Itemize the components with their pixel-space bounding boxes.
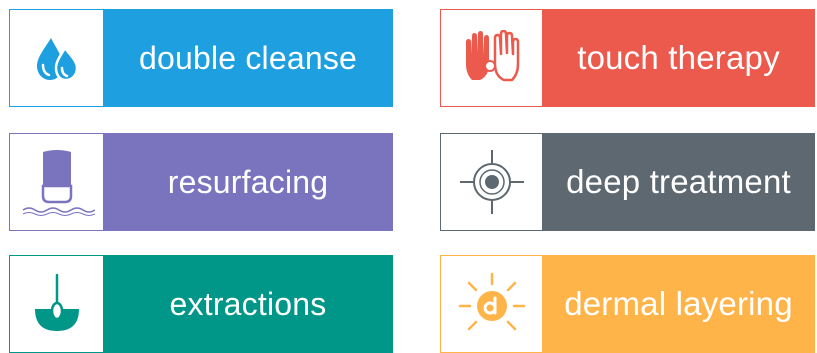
extraction-loop-icon: [34, 273, 79, 331]
tile-label: extractions: [103, 255, 393, 353]
icon-box: [9, 133, 103, 231]
label-text: resurfacing: [167, 163, 329, 200]
water-drops-icon: [36, 38, 78, 82]
tile-extractions: extractions: [9, 255, 393, 353]
tile-label: double cleanse: [103, 9, 393, 107]
tile-dermal-layering: dermal layering: [440, 255, 815, 353]
sun-d-icon: [458, 272, 525, 331]
hands-icon: [465, 30, 519, 82]
label-text: dermal layering: [564, 285, 793, 322]
tile-label: deep treatment: [542, 133, 815, 231]
target-icon: [459, 150, 524, 214]
label-text: deep treatment: [566, 163, 791, 200]
resurfacing-tool-icon: [22, 150, 95, 216]
tile-label: resurfacing: [103, 133, 393, 231]
label-text: extractions: [169, 285, 327, 322]
label-text: touch therapy: [577, 39, 780, 76]
icon-box: [440, 133, 542, 231]
icon-box: [440, 255, 542, 353]
tile-double-cleanse: double cleanse: [9, 9, 393, 107]
tile-touch-therapy: touch therapy: [440, 9, 815, 107]
tile-resurfacing: resurfacing: [9, 133, 393, 231]
label-text: double cleanse: [138, 39, 358, 76]
icon-box: [9, 9, 103, 107]
icon-box: [9, 255, 103, 353]
icon-box: [440, 9, 542, 107]
tile-deep-treatment: deep treatment: [440, 133, 815, 231]
tile-label: touch therapy: [542, 9, 815, 107]
tile-label: dermal layering: [542, 255, 815, 353]
